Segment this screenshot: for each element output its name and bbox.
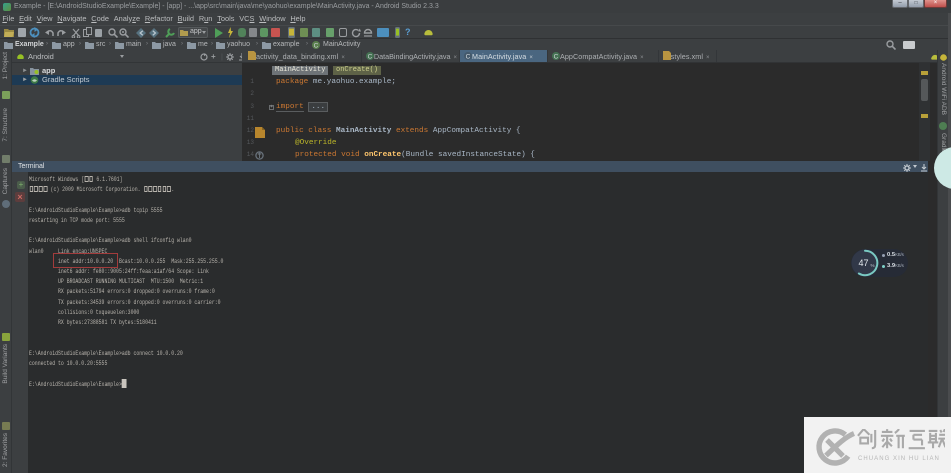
svg-text:C: C: [554, 53, 559, 60]
svg-text:C: C: [314, 42, 319, 49]
svg-text:%: %: [871, 263, 875, 268]
svg-text:47: 47: [858, 258, 868, 268]
svg-text:C: C: [466, 53, 471, 60]
svg-text:C: C: [368, 53, 373, 60]
